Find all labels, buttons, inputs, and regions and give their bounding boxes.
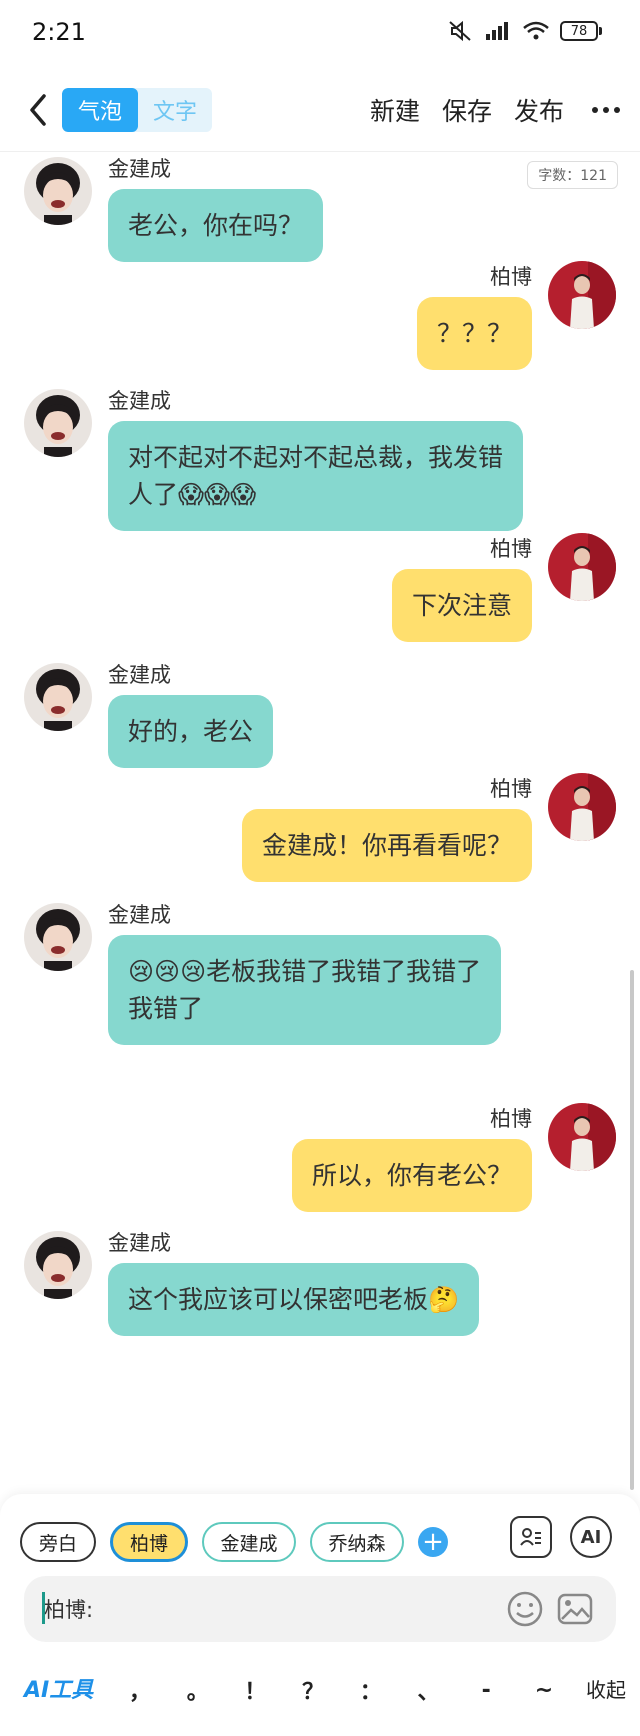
ai-tools-button[interactable]: AI工具 (24, 1672, 93, 1704)
sender-name: 金建成 (108, 663, 171, 687)
message-bubble[interactable]: 下次注意 (391, 569, 532, 642)
avatar[interactable] (24, 1231, 92, 1299)
character-chip-bobo[interactable]: 柏博 (110, 1522, 188, 1562)
message-bubble[interactable]: 所以，你有老公？ (291, 1139, 532, 1212)
punctuation-key[interactable]: ！ (237, 1674, 273, 1706)
avatar[interactable] (548, 261, 616, 329)
message-bubble[interactable]: 对不起对不起对不起总裁，我发错 人了😱😱😱 (108, 421, 524, 531)
ai-button[interactable]: AI (570, 1516, 612, 1558)
avatar[interactable] (24, 903, 92, 971)
sender-name: 金建成 (108, 1231, 171, 1255)
more-icon[interactable] (592, 90, 620, 130)
status-time: 2:21 (32, 18, 86, 46)
sender-name: 柏博 (490, 537, 532, 561)
contact-card-icon (520, 1528, 541, 1546)
message-bubble[interactable]: 金建成！你再看看呢？ (241, 809, 532, 882)
punctuation-key[interactable]: ， (122, 1674, 158, 1706)
message-bubble[interactable]: 好的，老公 (108, 695, 274, 768)
collapse-button[interactable]: 收起 (586, 1674, 626, 1703)
sender-name: 柏博 (490, 777, 532, 801)
emoji-button[interactable] (506, 1590, 544, 1628)
message-bubble[interactable]: 😢😢😢老板我错了我错了我错了 我错了 (108, 935, 502, 1045)
nav-actions: 新建 保存 发布 (348, 90, 620, 130)
mode-toggle: 气泡 文字 (62, 88, 212, 132)
message-bubble[interactable]: 老公，你在吗？ (108, 189, 324, 262)
character-selector: 旁白 柏博 金建成 乔纳森 + (20, 1522, 448, 1562)
sender-name: 金建成 (108, 903, 171, 927)
tab-bubble[interactable]: 气泡 (62, 88, 138, 132)
message-bubble[interactable]: ？？？ (416, 297, 532, 370)
character-chip-jinjiancheng[interactable]: 金建成 (202, 1522, 296, 1562)
punctuation-key[interactable]: ~ (526, 1678, 562, 1703)
message-input-text[interactable]: 柏博: (44, 1594, 93, 1624)
tab-text[interactable]: 文字 (138, 88, 212, 132)
signal-icon (486, 22, 508, 40)
back-button[interactable] (18, 90, 58, 130)
avatar[interactable] (24, 389, 92, 457)
back-arrow-icon (30, 94, 46, 126)
publish-button[interactable]: 发布 (514, 92, 564, 128)
battery-icon: 78 (560, 21, 602, 41)
punctuation-key[interactable]: ： (353, 1674, 389, 1706)
avatar[interactable] (548, 773, 616, 841)
add-character-button[interactable]: + (418, 1527, 448, 1557)
punctuation-bar: AI工具 ， 。 ！ ？ ： 、 - ~ 收起 (0, 1660, 640, 1720)
character-chip-qiaonasen[interactable]: 乔纳森 (310, 1522, 404, 1562)
avatar[interactable] (24, 663, 92, 731)
punctuation-key[interactable]: 。 (180, 1674, 216, 1706)
sender-name: 金建成 (108, 389, 171, 413)
sender-name: 柏博 (490, 1107, 532, 1131)
message-bubble[interactable]: 这个我应该可以保密吧老板🤔 (108, 1263, 480, 1336)
avatar[interactable] (24, 157, 92, 225)
sender-name: 金建成 (108, 157, 171, 181)
scrollbar[interactable] (630, 970, 634, 1490)
chat-area[interactable]: 字数：121 金建成 老公，你在吗？ 柏博？？？ 金建成 对不起对不起对不起总裁，我发错… (0, 153, 640, 1493)
message-input[interactable]: 柏博: (24, 1576, 616, 1642)
avatar[interactable] (548, 533, 616, 601)
editor-panel: 旁白 柏博 金建成 乔纳森 + AI 柏博: AI工具 ， 。 ！ ？ ： 、 - ~ 收起 (0, 1494, 640, 1736)
contact-card-button[interactable] (510, 1516, 552, 1558)
avatar[interactable] (548, 1103, 616, 1171)
punctuation-list: ， 。 ！ ？ ： 、 - ~ (112, 1660, 572, 1720)
save-button[interactable]: 保存 (442, 92, 492, 128)
sender-name: 柏博 (490, 265, 532, 289)
word-count-badge: 字数：121 (527, 161, 618, 189)
new-button[interactable]: 新建 (370, 92, 420, 128)
status-bar: 2:21 78 (0, 0, 640, 66)
punctuation-key[interactable]: - (468, 1678, 504, 1703)
mute-icon (449, 20, 471, 42)
emoji-icon (507, 1591, 543, 1627)
status-icons: 78 (448, 20, 602, 42)
punctuation-key[interactable]: 、 (411, 1674, 447, 1706)
wifi-icon (523, 21, 549, 40)
punctuation-key[interactable]: ？ (295, 1674, 331, 1706)
image-button[interactable] (556, 1590, 594, 1628)
top-nav: 气泡 文字 新建 保存 发布 (0, 72, 640, 152)
character-chip-narrator[interactable]: 旁白 (20, 1522, 96, 1562)
image-icon (557, 1593, 593, 1625)
